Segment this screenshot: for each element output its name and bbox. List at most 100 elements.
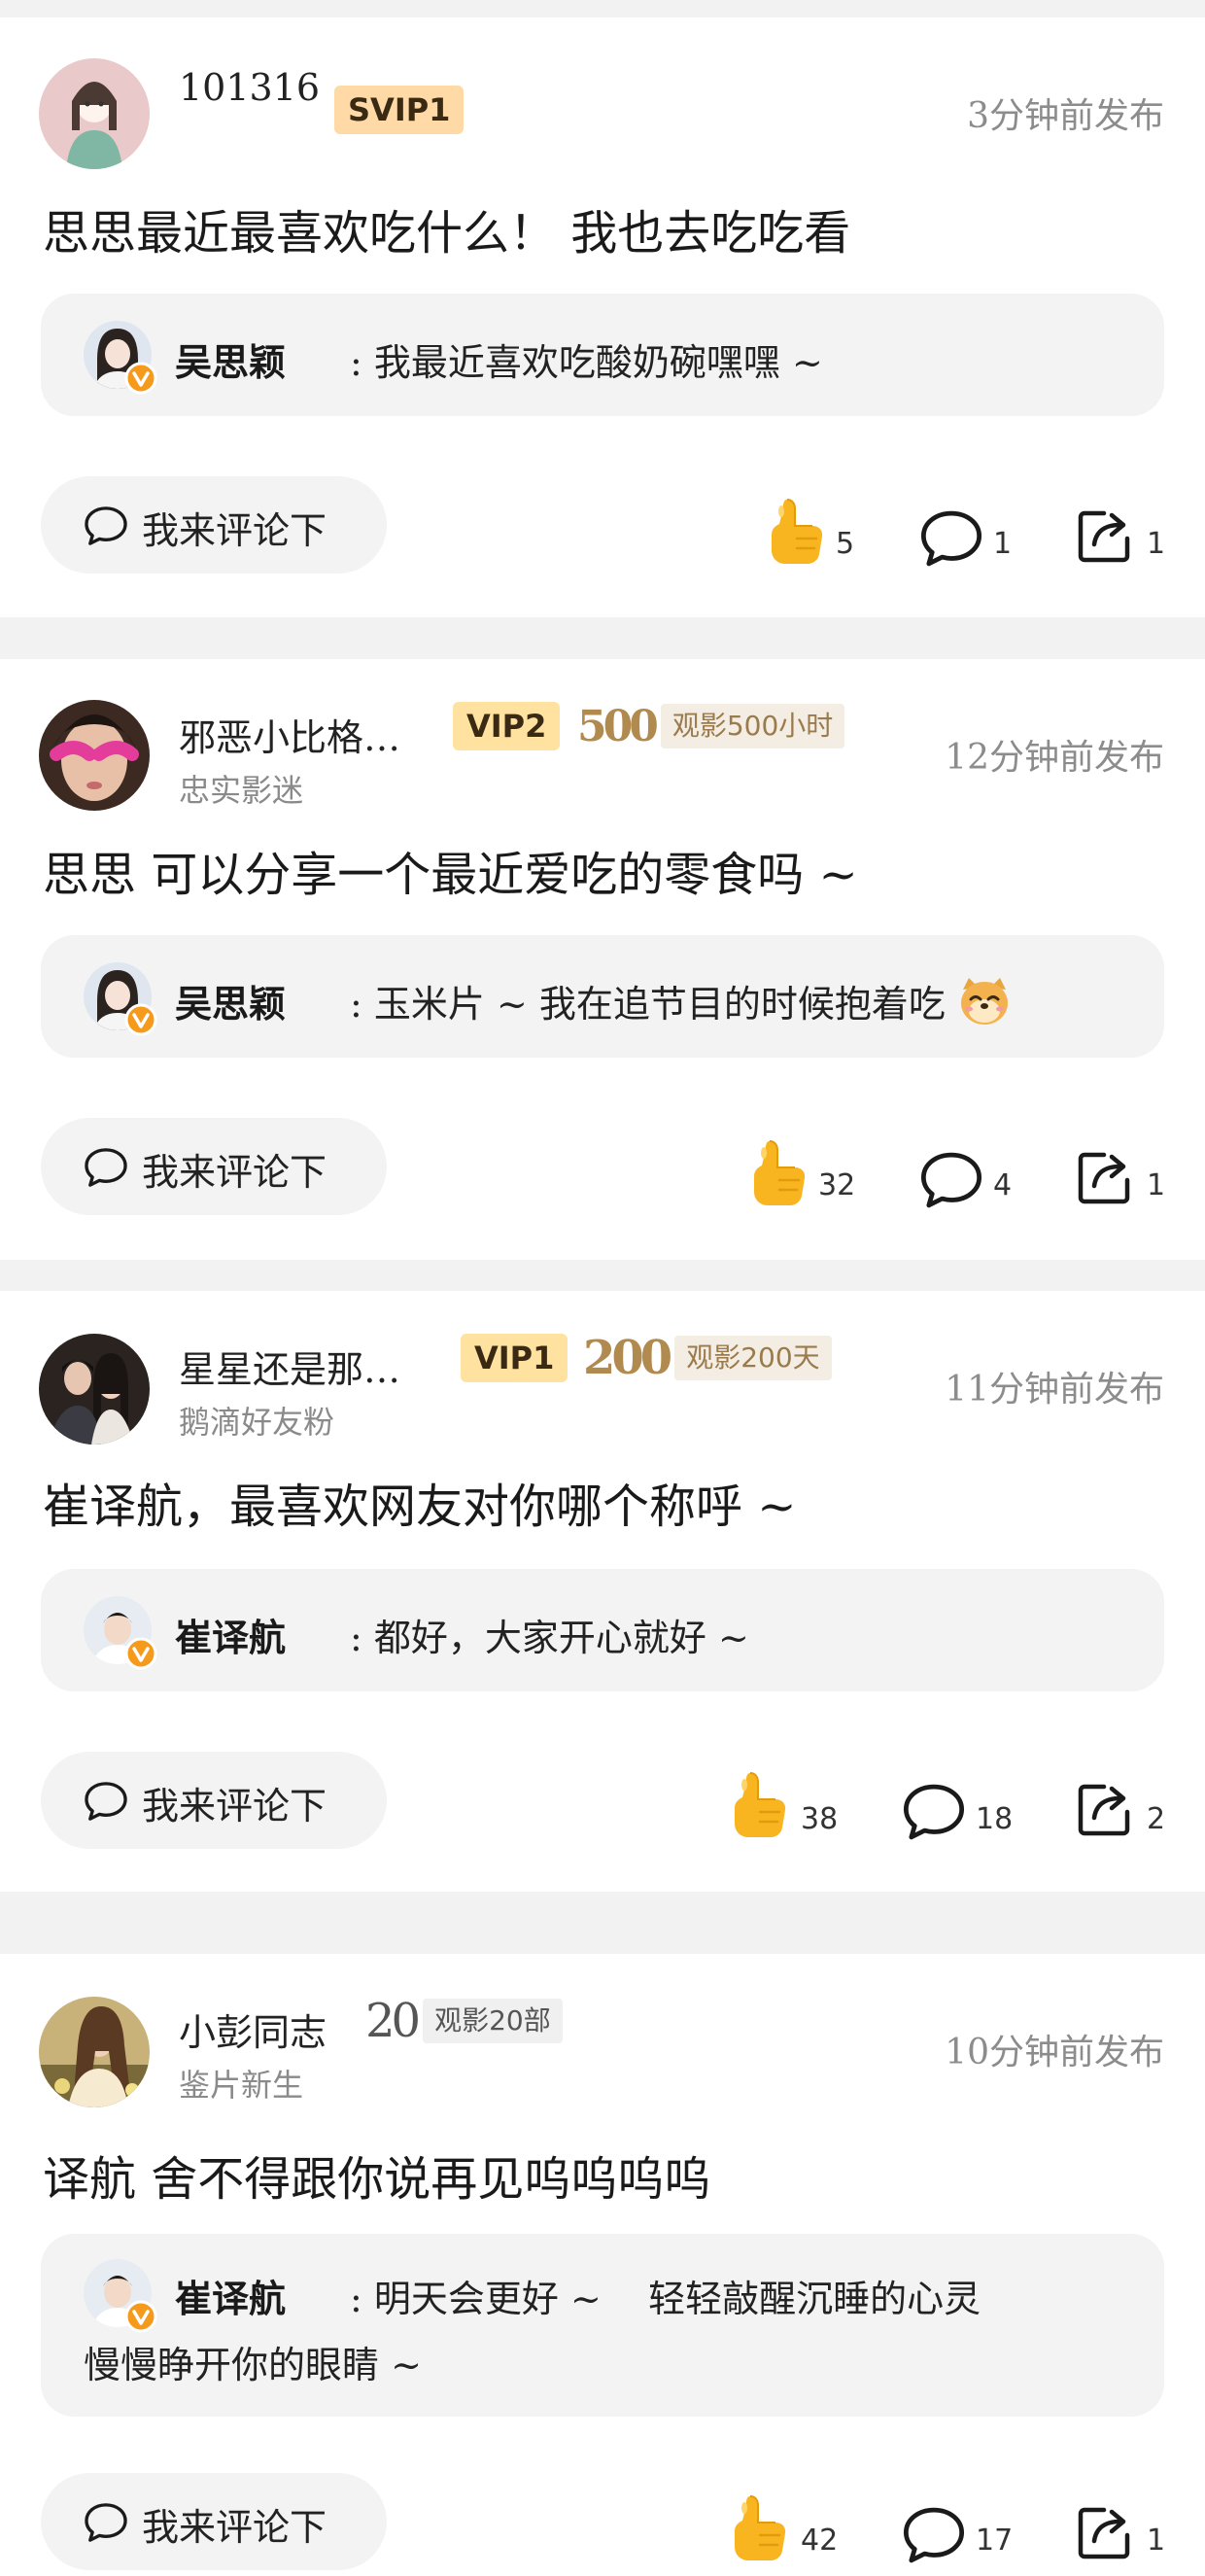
reply-author: 吴思颖 <box>175 340 287 384</box>
watch-time-label: 观影500小时 <box>660 704 845 748</box>
watch-time-label: 观影200天 <box>674 1336 832 1380</box>
share-count: 2 <box>1147 1802 1166 1836</box>
post-card: 星星还是那… VIP1 200 观影200天 鹅滴好友粉 11分钟前发布 崔译航… <box>0 1291 1205 1892</box>
reply-avatar[interactable] <box>84 321 152 389</box>
comment-count: 17 <box>976 2524 1014 2558</box>
reply-avatar[interactable] <box>84 2259 152 2327</box>
share-stat[interactable]: 1 <box>1075 1135 1172 1213</box>
user-title: 鹅滴好友粉 <box>179 1404 335 1441</box>
comment-stat[interactable]: 18 <box>902 1767 1018 1845</box>
share-count: 1 <box>1147 1168 1166 1202</box>
reply-text: : 玉米片 ~ 我在追节目的时候抱着吃 <box>350 974 1012 1035</box>
share-count: 1 <box>1147 2524 1166 2558</box>
post-time: 12分钟前发布 <box>945 738 1164 778</box>
avatar[interactable] <box>39 700 150 811</box>
like-count: 32 <box>818 1168 856 1202</box>
post-card: 101316 SVIP1 3分钟前发布 思思最近最喜欢吃什么！ 我也去吃吃看 吴… <box>0 17 1205 617</box>
share-icon <box>1075 1781 1133 1839</box>
feed: 101316 SVIP1 3分钟前发布 思思最近最喜欢吃什么！ 我也去吃吃看 吴… <box>0 0 1205 2576</box>
comment-stat[interactable]: 17 <box>902 2490 1018 2568</box>
verified-icon <box>124 362 157 395</box>
watch-count-badge: 20 观影20部 <box>365 1994 563 2048</box>
reply-box[interactable]: 崔译航 : 明天会更好 ~ 轻轻敲醒沉睡的心灵 慢慢睁开你的眼睛 ~ <box>41 2234 1164 2417</box>
like-stat[interactable]: 32 <box>750 1135 867 1213</box>
post-time: 3分钟前发布 <box>967 96 1164 136</box>
svip-badge: SVIP1 <box>334 86 465 134</box>
like-stat[interactable]: 42 <box>731 2490 847 2568</box>
reply-avatar[interactable] <box>84 1596 152 1664</box>
thumbs-up-icon <box>750 1135 809 1209</box>
watch-count-number: 20 <box>365 1994 421 2048</box>
reply-avatar[interactable] <box>84 962 152 1030</box>
post-card: 小彭同志 20 观影20部 鉴片新生 10分钟前发布 译航 舍不得跟你说再见呜呜… <box>0 1954 1205 2576</box>
user-title: 忠实影迷 <box>179 772 304 809</box>
reply-box[interactable]: 吴思颖 : 玉米片 ~ 我在追节目的时候抱着吃 <box>41 935 1164 1058</box>
avatar[interactable] <box>39 58 150 169</box>
comment-button[interactable]: 我来评论下 <box>41 1752 387 1849</box>
watch-hours-number: 500 <box>577 701 659 751</box>
watch-count-label: 观影20部 <box>423 1999 563 2043</box>
like-stat[interactable]: 38 <box>731 1767 847 1845</box>
watch-time-badge: 500 观影500小时 <box>577 700 845 752</box>
reply-text: : 明天会更好 ~ 轻轻敲醒沉睡的心灵 <box>350 2278 981 2320</box>
user-name[interactable]: 星星还是那… <box>179 1340 400 1393</box>
user-name[interactable]: 101316 <box>179 66 320 109</box>
comment-bubble-icon <box>84 1147 128 1188</box>
post-content[interactable]: 思思最近最喜欢吃什么！ 我也去吃吃看 <box>43 194 850 262</box>
dog-face-icon <box>957 976 1012 1035</box>
vip-badge: VIP2 <box>453 702 561 750</box>
share-stat[interactable]: 1 <box>1075 494 1172 572</box>
share-count: 1 <box>1147 527 1166 561</box>
share-icon <box>1075 507 1133 566</box>
watch-time-badge: 200 观影200天 <box>583 1331 832 1385</box>
like-count: 5 <box>836 527 855 561</box>
reply-text-line-2: 慢慢睁开你的眼睛 ~ <box>84 2344 422 2386</box>
comment-bubble-icon <box>84 1781 128 1822</box>
comment-icon <box>902 1783 966 1841</box>
like-count: 42 <box>801 2524 839 2558</box>
comment-count: 1 <box>993 527 1013 561</box>
verified-icon <box>124 2300 157 2333</box>
comment-bubble-icon <box>84 2502 128 2543</box>
comment-stat[interactable]: 1 <box>919 494 1016 572</box>
post-time: 11分钟前发布 <box>945 1370 1164 1410</box>
reply-box[interactable]: 崔译航 : 都好，大家开心就好 ~ <box>41 1569 1164 1691</box>
post-time: 10分钟前发布 <box>945 2033 1164 2072</box>
reply-box[interactable]: 吴思颖 : 我最近喜欢吃酸奶碗嘿嘿 ~ <box>41 294 1164 416</box>
vip-badge: VIP1 <box>461 1334 568 1382</box>
comment-button[interactable]: 我来评论下 <box>41 1118 387 1215</box>
comment-button[interactable]: 我来评论下 <box>41 476 387 574</box>
comment-icon <box>919 1151 983 1209</box>
share-icon <box>1075 1149 1133 1207</box>
watch-days-number: 200 <box>583 1331 672 1385</box>
post-card: 邪恶小比格… VIP2 500 观影500小时 忠实影迷 12分钟前发布 思思 … <box>0 659 1205 1260</box>
thumbs-up-icon <box>731 1767 789 1841</box>
verified-icon <box>124 1003 157 1036</box>
user-title: 鉴片新生 <box>179 2067 304 2104</box>
like-count: 38 <box>801 1802 839 1836</box>
share-stat[interactable]: 1 <box>1075 2490 1172 2568</box>
comment-count: 4 <box>993 1168 1013 1202</box>
reply-author: 吴思颖 <box>175 982 287 1026</box>
share-stat[interactable]: 2 <box>1075 1767 1172 1845</box>
comment-button[interactable]: 我来评论下 <box>41 2473 387 2570</box>
comment-count: 18 <box>976 1802 1014 1836</box>
user-name[interactable]: 邪恶小比格… <box>179 708 400 761</box>
share-icon <box>1075 2504 1133 2562</box>
comment-icon <box>919 509 983 568</box>
thumbs-up-icon <box>731 2490 789 2564</box>
comment-bubble-icon <box>84 505 128 546</box>
reply-text: : 我最近喜欢吃酸奶碗嘿嘿 ~ <box>350 341 823 384</box>
reply-author: 崔译航 <box>175 2277 287 2320</box>
avatar[interactable] <box>39 1997 150 2107</box>
reply-text: : 都好，大家开心就好 ~ <box>350 1617 749 1659</box>
post-content[interactable]: 崔译航，最喜欢网友对你哪个称呼 ~ <box>43 1468 796 1536</box>
post-content[interactable]: 思思 可以分享一个最近爱吃的零食吗 ~ <box>43 836 858 904</box>
comment-stat[interactable]: 4 <box>919 1135 1016 1213</box>
user-name[interactable]: 小彭同志 <box>179 2002 327 2056</box>
thumbs-up-icon <box>768 494 826 568</box>
avatar[interactable] <box>39 1334 150 1445</box>
like-stat[interactable]: 5 <box>768 494 865 572</box>
post-content[interactable]: 译航 舍不得跟你说再见呜呜呜呜 <box>43 2141 710 2209</box>
verified-icon <box>124 1637 157 1670</box>
